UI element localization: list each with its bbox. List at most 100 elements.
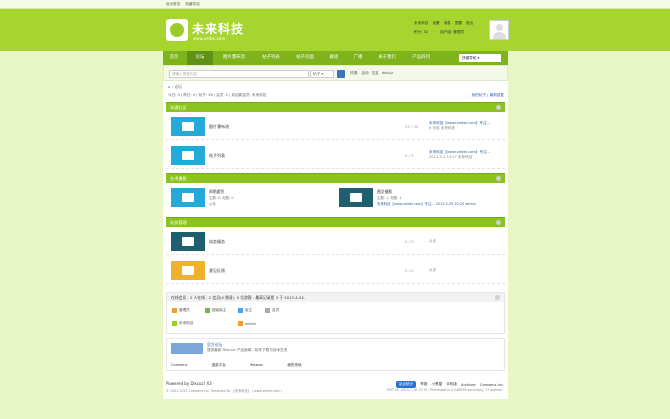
search-button[interactable] (337, 70, 345, 78)
legend-supermod: 超级版主 (205, 308, 226, 313)
forum-icon[interactable] (171, 117, 205, 136)
partner-link[interactable]: Yeswan (250, 363, 263, 368)
avatar[interactable] (489, 20, 509, 40)
forum-stats: 今日: 0 | 昨日: 0 | 帖子: 36 | 会员: 2 | 欢迎新会员: … (168, 93, 267, 97)
forum-name[interactable]: 站务服务 (209, 239, 225, 245)
quick-nav-dropdown[interactable]: 快捷导航 ▾ (459, 54, 501, 62)
online-user[interactable]: admin (238, 321, 256, 326)
nav-waterfall[interactable]: 图片瀑布流 (215, 51, 253, 65)
forum-name[interactable]: 意见反馈 (209, 268, 225, 274)
settings-link[interactable]: 设置 (432, 21, 439, 26)
friend-links: 官方论坛 提供最新 Discuz! 产品新闻、软件下载与技术交流 Comsenz… (166, 338, 505, 371)
forum-main: ⌂ › 论坛 今日: 0 | 昨日: 0 | 帖子: 36 | 会员: 2 | … (163, 81, 508, 399)
nav-home[interactable]: 首页 (163, 51, 185, 65)
forum-last-post[interactable]: 未来科技【www.veikei.com】专注... 6 天前 未来科技 (429, 121, 490, 131)
forum-name[interactable]: 图片瀑布流 (209, 124, 229, 130)
online-user[interactable]: 未来科技 (172, 321, 193, 326)
site-title[interactable]: 未来科技 (192, 20, 244, 37)
footer-link[interactable]: 举报 (420, 382, 427, 387)
site-stats-button[interactable]: 站点统计 (395, 381, 417, 388)
hot-label: 热搜: (350, 71, 359, 75)
forum-row: 意见反馈 0 / 0 从未 (166, 257, 505, 284)
messages-link[interactable]: 消息 (444, 21, 451, 26)
collapse-icon[interactable] (496, 176, 501, 181)
category-header[interactable]: 艺术摄影 (166, 173, 505, 183)
logout-link[interactable]: 退出 (466, 21, 473, 26)
forum-count: 5 / 5 (405, 153, 414, 158)
forum-icon[interactable] (339, 188, 373, 207)
forum-icon[interactable] (171, 146, 205, 165)
category-title: 沟通社区 (170, 105, 187, 110)
forum-name[interactable]: 帖子列表 (209, 153, 225, 159)
admin-icon (172, 308, 177, 313)
top-bar: 设为首页 收藏本站 (0, 0, 670, 9)
footer-link[interactable]: 手机版 (446, 382, 457, 387)
nav-thread-list[interactable]: 帖子列表 (255, 51, 287, 65)
user-group-label[interactable]: 用户组: 管理员 (440, 30, 464, 35)
footer-link[interactable]: Archiver (461, 383, 476, 387)
forum-icon[interactable] (171, 232, 205, 251)
collapse-icon[interactable] (496, 220, 501, 225)
legend-admin: 管理员 (172, 308, 190, 313)
copyright: © 2001-2013 Comsenz Inc. Template By 【未来… (166, 389, 282, 393)
search-type-select[interactable]: 帖子 ▾ (310, 70, 334, 78)
breadcrumb: ⌂ › 论坛 (168, 84, 182, 89)
online-header: 在线会员 - 2 人在线 - 2 会员(0 隐身), 0 位游客 - 最高记录是… (167, 293, 504, 302)
forum-meta: 主题: 0, 帖数: 0 (209, 196, 234, 200)
main-nav: 首页 论坛 图片瀑布流 帖子列表 帖子页面 群组 广播 关于我们 产品四列 快捷… (163, 51, 508, 65)
legend-label: 超级版主 (212, 308, 227, 312)
nav-groups[interactable]: 群组 (323, 51, 345, 65)
category-header[interactable]: 沟通社区 (166, 102, 505, 112)
partner-link[interactable]: Comsenz (171, 363, 187, 368)
online-username[interactable]: admin (245, 322, 256, 326)
search-bar: 请输入搜索内容 帖子 ▾ 热搜: 活动 交友 discuz (163, 65, 508, 81)
forum-row: 图片瀑布流 23 / 30 未来科技【www.veikei.com】专注... … (166, 113, 505, 140)
nav-about[interactable]: 关于我们 (371, 51, 403, 65)
my-posts-links[interactable]: 我的帖子 | 最新回复 (472, 93, 504, 98)
user-icon (238, 321, 243, 326)
forum-cell: 图文摄影 主题: 1, 帖数: 1 未来科技【www.veikei.com】专注… (334, 184, 505, 211)
logo-flower-icon[interactable] (166, 19, 188, 41)
search-input[interactable]: 请输入搜索内容 (169, 70, 309, 78)
partner-link[interactable]: 漫游平台 (211, 363, 225, 368)
forum-count: 0 / 0 (405, 239, 414, 244)
discuz-banner-icon[interactable] (171, 343, 203, 354)
forum-last-post: 从未 (429, 239, 437, 243)
forum-icon[interactable] (171, 188, 205, 207)
footer-link[interactable]: Comsenz Inc. (480, 383, 504, 387)
partner-link[interactable]: 我的领地 (287, 363, 301, 368)
nav-thread-page[interactable]: 帖子页面 (289, 51, 321, 65)
score-label[interactable]: 积分: 32 (414, 30, 428, 35)
forum-last-post[interactable]: 未来科技【www.veikei.com】专注... 2013-5-3 14:27… (429, 150, 490, 160)
forum-icon[interactable] (171, 261, 205, 280)
nav-products[interactable]: 产品四列 (405, 51, 437, 65)
collapse-icon[interactable] (495, 295, 500, 300)
breadcrumb-forum[interactable]: 论坛 (174, 84, 182, 89)
forum-meta[interactable]: 未来科技【www.veikei.com】专注... 2013-5-29 20:2… (377, 201, 476, 206)
powered-by[interactable]: Powered by Discuz! X3 (166, 381, 212, 386)
category-header[interactable]: 站务管理 (166, 217, 505, 227)
forum-count: 23 / 30 (405, 124, 419, 129)
nav-forum[interactable]: 论坛 (187, 51, 213, 65)
site-subtitle: www.veikei.com (193, 36, 226, 41)
username-link[interactable]: 未来科技 (414, 21, 428, 26)
forum-cell: 周期虚贸 主题: 0, 帖数: 0 从未 (166, 184, 334, 211)
collapse-icon[interactable] (496, 105, 501, 110)
notifications-link[interactable]: 提醒 (455, 21, 462, 26)
footer-link[interactable]: 小黑屋 (431, 382, 442, 387)
top-links: 设为首页 收藏本站 (166, 2, 200, 7)
hot-item[interactable]: 活动 (361, 71, 368, 76)
quick-nav-label: 快捷导航 (462, 56, 477, 60)
set-homepage-link[interactable]: 设为首页 (166, 2, 180, 7)
hot-item[interactable]: 交友 (372, 71, 379, 76)
member-icon (265, 308, 270, 313)
bookmark-link[interactable]: 收藏本站 (185, 2, 199, 7)
supermod-icon (205, 308, 210, 313)
hot-item[interactable]: discuz (382, 71, 393, 76)
online-username[interactable]: 未来科技 (179, 321, 193, 326)
nav-broadcast[interactable]: 广播 (347, 51, 369, 65)
site-header: 未来科技 www.veikei.com 未来科技 设置 消息 提醒 退出 积分:… (0, 9, 670, 51)
forum-meta: 从未 (209, 202, 216, 206)
forum-count: 0 / 0 (405, 268, 414, 273)
last-post-meta: 6 天前 未来科技 (429, 126, 456, 130)
